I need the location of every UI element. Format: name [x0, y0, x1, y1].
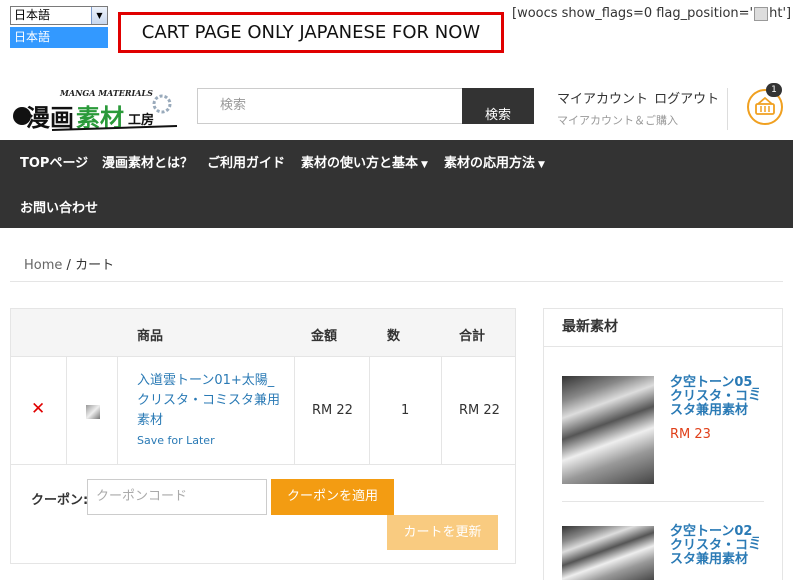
logo-small-text: MANGA MATERIALS: [59, 88, 153, 98]
remove-item-icon[interactable]: ✕: [31, 399, 45, 419]
notice-banner: CART PAGE ONLY JAPANESE FOR NOW: [118, 12, 504, 53]
cart-count-badge: 1: [766, 83, 782, 97]
logout-link[interactable]: ログアウト: [654, 92, 719, 107]
search-input[interactable]: 検索: [197, 88, 463, 124]
column-header-quantity: 数: [387, 329, 401, 344]
nav-item-usage-basics[interactable]: 素材の使い方と基本 ▼: [301, 152, 428, 171]
column-header-product: 商品: [137, 329, 164, 344]
apply-coupon-button[interactable]: クーポンを適用: [271, 479, 394, 515]
product-thumbnail[interactable]: [86, 405, 100, 419]
product-link[interactable]: 夕空トーン05_クリスタ・コミスタ兼用素材: [670, 376, 770, 418]
column-header-price: 金額: [311, 329, 338, 344]
breadcrumb: Home / カート: [24, 254, 114, 273]
column-header-total: 合計: [459, 329, 486, 344]
broken-image-icon: [754, 6, 769, 21]
nav-item-label: 漫画素材とは？: [102, 156, 194, 171]
update-cart-button[interactable]: カートを更新: [387, 515, 498, 550]
my-account-link[interactable]: マイアカウント: [557, 92, 648, 107]
cart-table-header: 商品 金額 数 合計: [11, 309, 515, 357]
nav-item-about[interactable]: 漫画素材とは？: [102, 152, 193, 171]
cell-divider: [441, 357, 442, 464]
product-name-link[interactable]: 入道雲トーン01+太陽_クリスタ・コミスタ兼用素材: [137, 371, 287, 431]
nav-item-contact[interactable]: お問い合わせ: [20, 197, 98, 216]
product-price: RM 23: [670, 427, 711, 442]
search-button[interactable]: 検索: [462, 88, 534, 124]
header-divider: [727, 88, 728, 130]
chevron-down-icon: ▼: [538, 160, 545, 170]
cell-divider: [369, 357, 370, 464]
nav-item-advanced[interactable]: 素材の応用方法 ▼: [444, 152, 545, 171]
latest-products-widget: 最新素材 夕空トーン05_クリスタ・コミスタ兼用素材 RM 23 夕空トーン02…: [543, 308, 783, 580]
language-select[interactable]: 日本語 ▼: [10, 6, 108, 25]
item-quantity[interactable]: 1: [401, 403, 409, 418]
cell-divider: [294, 357, 295, 464]
nav-item-label: 素材の使い方と基本: [301, 156, 419, 171]
site-logo[interactable]: MANGA MATERIALS 漫画 素材 工房: [12, 86, 182, 134]
breadcrumb-divider: [10, 281, 783, 282]
cell-divider: [117, 357, 118, 464]
save-for-later-link[interactable]: Save for Later: [137, 434, 215, 447]
breadcrumb-separator: /: [66, 258, 71, 273]
language-option-japanese[interactable]: 日本語: [10, 27, 108, 48]
item-price: RM 22: [312, 403, 353, 418]
widget-title: 最新素材: [544, 309, 782, 347]
chevron-down-icon[interactable]: ▼: [91, 7, 107, 24]
nav-item-top[interactable]: TOPページ: [20, 152, 88, 171]
language-select-value: 日本語: [14, 8, 51, 22]
product-image[interactable]: [562, 376, 654, 484]
product-link[interactable]: 夕空トーン02_クリスタ・コミスタ兼用素材: [670, 525, 770, 567]
account-subtext: マイアカウント＆ご購入: [557, 114, 678, 127]
coupon-code-input[interactable]: クーポンコード: [87, 479, 267, 515]
breadcrumb-current: カート: [75, 258, 115, 273]
product-image[interactable]: [562, 526, 654, 580]
nav-item-label: お問い合わせ: [20, 201, 99, 216]
product-divider: [562, 501, 764, 502]
shortcode-text: [woocs show_flags=0 flag_position=' ht']: [512, 6, 791, 21]
breadcrumb-home-link[interactable]: Home: [24, 258, 62, 273]
row-divider: [11, 464, 515, 465]
logo-text-1: 漫画: [26, 104, 74, 132]
cell-divider: [66, 357, 67, 464]
shortcode-text-end: ht']: [769, 6, 792, 21]
logo-text-3: 工房: [128, 112, 154, 128]
shortcode-text-start: [woocs show_flags=0 flag_position=': [512, 6, 754, 21]
nav-item-guide[interactable]: ご利用ガイド: [207, 152, 285, 171]
nav-item-label: ご利用ガイド: [207, 156, 286, 171]
main-nav: TOPページ 漫画素材とは？ ご利用ガイド 素材の使い方と基本 ▼ 素材の応用方法…: [0, 140, 793, 228]
chevron-down-icon: ▼: [421, 160, 428, 170]
cart-table: 商品 金額 数 合計 ✕ 入道雲トーン01+太陽_クリスタ・コミスタ兼用素材 S…: [10, 308, 516, 564]
coupon-label: クーポン:: [31, 493, 89, 508]
nav-item-label: TOPページ: [20, 156, 89, 171]
nav-item-label: 素材の応用方法: [444, 156, 536, 171]
item-total: RM 22: [459, 403, 500, 418]
account-links: マイアカウント ログアウト: [557, 88, 721, 107]
